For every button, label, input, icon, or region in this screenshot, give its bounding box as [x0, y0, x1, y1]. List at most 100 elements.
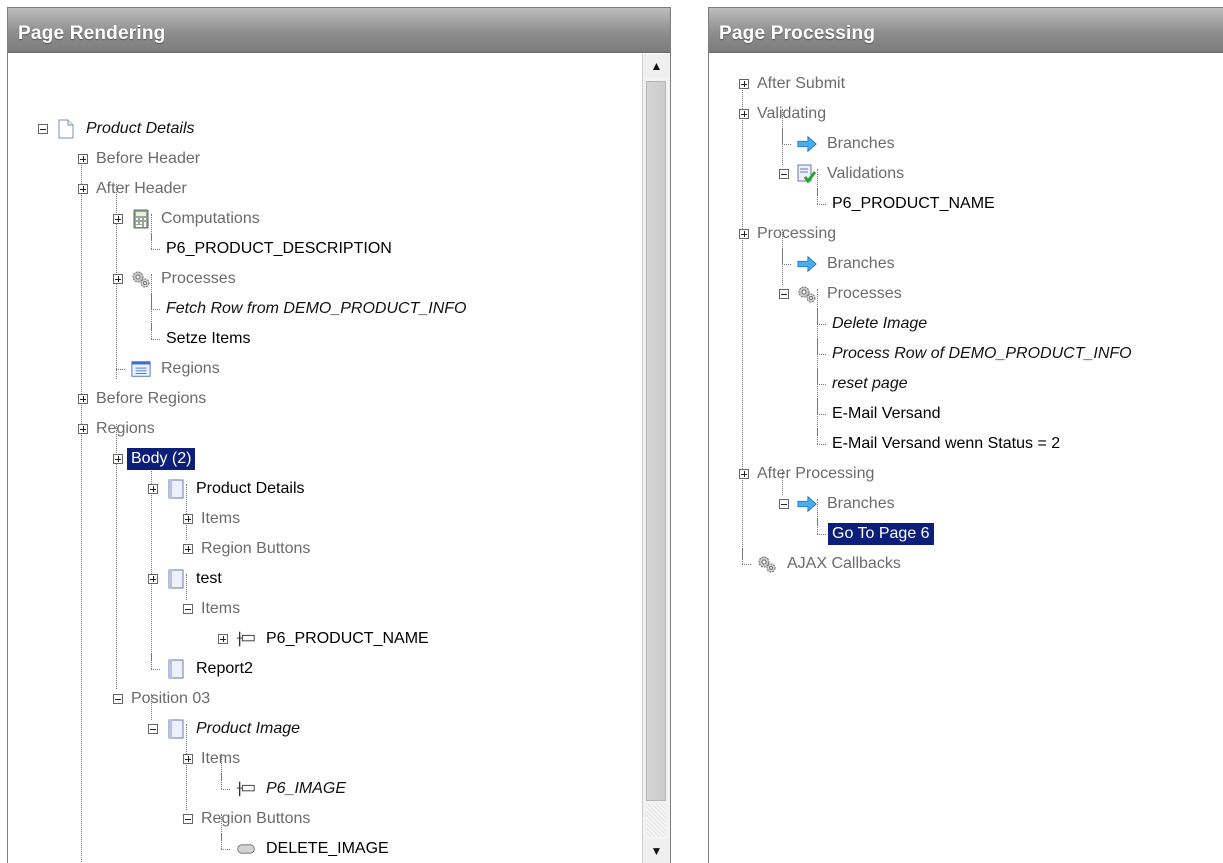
tree-node-label[interactable]: After Submit	[757, 75, 845, 93]
tree-node-validating[interactable]: Validating	[739, 99, 826, 129]
scroll-track[interactable]	[646, 804, 666, 837]
tree-node-body-region[interactable]: Body (2)	[113, 444, 196, 474]
expand-toggle[interactable]	[183, 754, 193, 764]
expand-toggle[interactable]	[148, 484, 158, 494]
tree-node-label[interactable]: Delete Image	[832, 315, 927, 333]
tree-node-label[interactable]: Processes	[161, 270, 236, 288]
expand-toggle[interactable]	[739, 469, 749, 479]
tree-node-report2-region[interactable]: Report2	[148, 654, 253, 684]
tree-node-processes[interactable]: Processes	[779, 279, 902, 309]
expand-toggle[interactable]	[148, 574, 158, 584]
expand-toggle[interactable]	[183, 514, 193, 524]
tree-node-label[interactable]: Validations	[827, 165, 904, 183]
collapse-toggle[interactable]	[148, 724, 158, 734]
tree-node-process-row-process[interactable]: Process Row of DEMO_PRODUCT_INFO	[814, 339, 1132, 369]
expand-toggle[interactable]	[78, 154, 88, 164]
tree-node-regions[interactable]: Regions	[78, 414, 155, 444]
tree-node-label[interactable]: Fetch Row from DEMO_PRODUCT_INFO	[166, 300, 466, 318]
tree-node-label[interactable]: DELETE_IMAGE	[266, 840, 389, 858]
scroll-down-button[interactable]: ▼	[643, 839, 670, 863]
tree-node-email-versand-status-process[interactable]: E-Mail Versand wenn Status = 2	[814, 429, 1060, 459]
tree-node-label[interactable]: AJAX Callbacks	[787, 555, 901, 573]
tree-node-label[interactable]: test	[196, 570, 222, 588]
tree-node-regions-summary[interactable]: Regions	[113, 354, 220, 384]
tree-node-test-region[interactable]: test	[148, 564, 222, 594]
tree-node-items[interactable]: Items	[183, 594, 240, 624]
tree-node-setze-items-process[interactable]: Setze Items	[148, 324, 250, 354]
tree-node-after-header[interactable]: After Header	[78, 174, 187, 204]
scroll-up-button[interactable]: ▲	[643, 54, 670, 78]
expand-toggle[interactable]	[218, 634, 228, 644]
tree-node-region-buttons[interactable]: Region Buttons	[183, 804, 310, 834]
tree-node-go-to-page-6-branch[interactable]: Go To Page 6	[814, 519, 934, 549]
tree-node-p6-product-name-item[interactable]: P6_PRODUCT_NAME	[218, 624, 429, 654]
tree-node-p6-product-name-validation[interactable]: P6_PRODUCT_NAME	[814, 189, 995, 219]
tree-node-p6-product-description[interactable]: P6_PRODUCT_DESCRIPTION	[148, 234, 392, 264]
tree-node-label[interactable]: E-Mail Versand	[832, 405, 941, 423]
expand-toggle[interactable]	[78, 184, 88, 194]
tree-node-label[interactable]: E-Mail Versand wenn Status = 2	[832, 435, 1060, 453]
tree-node-items[interactable]: Items	[183, 744, 240, 774]
vertical-scrollbar[interactable]: ▲ ▼	[642, 54, 670, 863]
tree-node-label[interactable]: Region Buttons	[201, 810, 310, 828]
tree-node-delete-image-button[interactable]: DELETE_IMAGE	[218, 834, 389, 863]
tree-node-label[interactable]: Before Header	[96, 150, 200, 168]
tree-node-label[interactable]: Report2	[196, 660, 253, 678]
tree-node-validations[interactable]: Validations	[779, 159, 904, 189]
expand-toggle[interactable]	[739, 79, 749, 89]
tree-node-label[interactable]: Product Details	[86, 120, 195, 138]
expand-toggle[interactable]	[739, 109, 749, 119]
tree-node-email-versand-process[interactable]: E-Mail Versand	[814, 399, 941, 429]
tree-node-label[interactable]: After Processing	[757, 465, 874, 483]
tree-node-label[interactable]: Region Buttons	[201, 540, 310, 558]
tree-node-processing[interactable]: Processing	[739, 219, 836, 249]
expand-toggle[interactable]	[113, 214, 123, 224]
expand-toggle[interactable]	[113, 454, 123, 464]
tree-node-label[interactable]: Regions	[96, 420, 155, 438]
tree-node-label[interactable]: Go To Page 6	[828, 523, 934, 545]
tree-node-label[interactable]: Regions	[161, 360, 220, 378]
collapse-toggle[interactable]	[779, 289, 789, 299]
tree-node-label[interactable]: After Header	[96, 180, 187, 198]
tree-node-label[interactable]: Items	[201, 510, 240, 528]
expand-toggle[interactable]	[739, 229, 749, 239]
scroll-thumb[interactable]	[646, 81, 666, 801]
tree-node-position-03[interactable]: Position 03	[113, 684, 210, 714]
tree-node-label[interactable]: P6_IMAGE	[266, 780, 346, 798]
tree-node-label[interactable]: P6_PRODUCT_NAME	[832, 195, 995, 213]
tree-node-label[interactable]: reset page	[832, 375, 908, 393]
tree-node-label[interactable]: Body (2)	[127, 448, 196, 470]
tree-node-after-submit[interactable]: After Submit	[739, 69, 845, 99]
expand-toggle[interactable]	[78, 394, 88, 404]
tree-node-fetch-row-process[interactable]: Fetch Row from DEMO_PRODUCT_INFO	[148, 294, 466, 324]
tree-node-label[interactable]: Branches	[827, 255, 895, 273]
expand-toggle[interactable]	[183, 544, 193, 554]
tree-node-label[interactable]: Processes	[827, 285, 902, 303]
tree-node-label[interactable]: P6_PRODUCT_DESCRIPTION	[166, 240, 392, 258]
tree-node-reset-page-process[interactable]: reset page	[814, 369, 908, 399]
tree-node-product-details-region[interactable]: Product Details	[148, 474, 305, 504]
tree-node-label[interactable]: Validating	[757, 105, 826, 123]
tree-node-processes[interactable]: Processes	[113, 264, 236, 294]
expand-toggle[interactable]	[78, 424, 88, 434]
tree-node-computations[interactable]: Computations	[113, 204, 260, 234]
tree-node-before-regions[interactable]: Before Regions	[78, 384, 206, 414]
tree-node-label[interactable]: Product Image	[196, 720, 300, 738]
tree-node-p6-image-item[interactable]: P6_IMAGE	[218, 774, 346, 804]
tree-node-label[interactable]: Items	[201, 750, 240, 768]
tree-node-before-header[interactable]: Before Header	[78, 144, 200, 174]
tree-node-label[interactable]: Position 03	[131, 690, 210, 708]
tree-node-label[interactable]: Processing	[757, 225, 836, 243]
tree-node-branches[interactable]: Branches	[779, 129, 895, 159]
tree-node-label[interactable]: Product Details	[196, 480, 305, 498]
tree-node-label[interactable]: Process Row of DEMO_PRODUCT_INFO	[832, 345, 1132, 363]
collapse-toggle[interactable]	[779, 169, 789, 179]
tree-node-ajax-callbacks[interactable]: AJAX Callbacks	[739, 549, 901, 579]
tree-node-delete-image-process[interactable]: Delete Image	[814, 309, 927, 339]
tree-node-label[interactable]: Before Regions	[96, 390, 206, 408]
collapse-toggle[interactable]	[113, 694, 123, 704]
expand-toggle[interactable]	[113, 274, 123, 284]
tree-node-branches[interactable]: Branches	[779, 489, 895, 519]
tree-node-after-processing[interactable]: After Processing	[739, 459, 874, 489]
tree-node-label[interactable]: Branches	[827, 135, 895, 153]
